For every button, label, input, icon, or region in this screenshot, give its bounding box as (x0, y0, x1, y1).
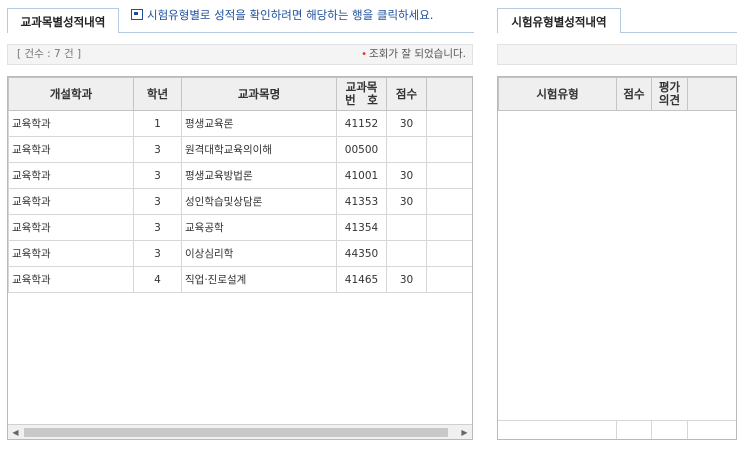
footer-divider (651, 421, 652, 439)
scroll-left-icon[interactable]: ◀ (8, 425, 23, 439)
cell-course: 평생교육방법론 (181, 162, 337, 189)
cell-score: 30 (386, 162, 427, 189)
course-grades-table: 개설학과 학년 교과목명 교과목 번 호 점수 교육학과 1 평생교육론 41152 3… (8, 77, 472, 293)
cell-filler (426, 240, 472, 267)
col-header-exam-type[interactable]: 시험유형 (498, 77, 617, 111)
tab-divider (119, 32, 474, 33)
cell-year: 3 (133, 188, 182, 215)
col-header-dept[interactable]: 개설학과 (8, 77, 134, 111)
cell-year: 3 (133, 162, 182, 189)
course-grades-grid: 개설학과 학년 교과목명 교과목 번 호 점수 교육학과 1 평생교육론 41152 3… (7, 76, 473, 440)
grid-footer-row (498, 420, 736, 439)
cell-code: 41001 (336, 162, 387, 189)
cell-code: 44350 (336, 240, 387, 267)
table-row[interactable]: 교육학과 3 이상심리학 44350 (8, 240, 472, 267)
cell-score: 30 (386, 188, 427, 215)
table-header-row: 시험유형 점수 평가 의견 (498, 77, 736, 111)
table-row[interactable]: 교육학과 1 평생교육론 41152 30 (8, 110, 472, 137)
cell-course: 평생교육론 (181, 110, 337, 137)
cell-filler (426, 162, 472, 189)
pointer-icon (131, 9, 143, 20)
col-header-filler (426, 77, 472, 111)
cell-year: 3 (133, 136, 182, 163)
col-header-comment[interactable]: 평가 의견 (651, 77, 688, 111)
table-row[interactable]: 교육학과 3 교육공학 41354 (8, 214, 472, 241)
horizontal-scrollbar[interactable]: ◀ ▶ (8, 424, 472, 439)
footer-divider (616, 421, 617, 439)
cell-year: 4 (133, 266, 182, 293)
cell-course: 교육공학 (181, 214, 337, 241)
hint-message: 시험유형별로 성적을 확인하려면 해당하는 행을 클릭하세요. (131, 7, 433, 23)
exam-type-grid: 시험유형 점수 평가 의견 (497, 76, 737, 440)
cell-dept: 교육학과 (8, 110, 134, 137)
table-row[interactable]: 교육학과 3 평생교육방법론 41001 30 (8, 162, 472, 189)
cell-score (386, 214, 427, 241)
info-bar: [ 건수 : 7 건 ] • 조회가 잘 되었습니다. (7, 44, 473, 65)
footer-divider (687, 421, 688, 439)
cell-code: 41152 (336, 110, 387, 137)
col-header-course[interactable]: 교과목명 (181, 77, 337, 111)
col-header-score[interactable]: 점수 (386, 77, 427, 111)
cell-code: 41353 (336, 188, 387, 215)
status-text: 조회가 잘 되었습니다. (369, 48, 466, 60)
cell-year: 1 (133, 110, 182, 137)
table-row[interactable]: 교육학과 3 원격대학교육의이해 00500 (8, 136, 472, 163)
cell-code: 00500 (336, 136, 387, 163)
cell-dept: 교육학과 (8, 188, 134, 215)
cell-dept: 교육학과 (8, 214, 134, 241)
cell-score (386, 136, 427, 163)
tab-exam-type-grades[interactable]: 시험유형별성적내역 (497, 8, 621, 33)
tab-divider (621, 32, 737, 33)
cell-score: 30 (386, 110, 427, 137)
table-header-row: 개설학과 학년 교과목명 교과목 번 호 점수 (8, 77, 472, 111)
col-header-score[interactable]: 점수 (616, 77, 652, 111)
status-message: • 조회가 잘 되었습니다. (361, 45, 466, 64)
cell-code: 41465 (336, 266, 387, 293)
scroll-right-icon[interactable]: ▶ (457, 425, 472, 439)
cell-dept: 교육학과 (8, 240, 134, 267)
record-count: [ 건수 : 7 건 ] (17, 48, 82, 60)
tab-course-grades[interactable]: 교과목별성적내역 (7, 8, 119, 33)
cell-filler (426, 110, 472, 137)
cell-score (386, 240, 427, 267)
cell-year: 3 (133, 214, 182, 241)
status-dot-icon: • (361, 49, 368, 60)
col-header-filler (687, 77, 736, 111)
col-header-year[interactable]: 학년 (133, 77, 182, 111)
info-bar-right (497, 44, 737, 65)
cell-course: 이상심리학 (181, 240, 337, 267)
cell-score: 30 (386, 266, 427, 293)
cell-year: 3 (133, 240, 182, 267)
table-row[interactable]: 교육학과 4 직업·진로설계 41465 30 (8, 266, 472, 293)
hint-text: 시험유형별로 성적을 확인하려면 해당하는 행을 클릭하세요. (147, 8, 434, 22)
cell-dept: 교육학과 (8, 162, 134, 189)
cell-dept: 교육학과 (8, 136, 134, 163)
cell-course: 성인학습및상담론 (181, 188, 337, 215)
cell-filler (426, 188, 472, 215)
cell-course: 직업·진로설계 (181, 266, 337, 293)
tab-label: 교과목별성적내역 (20, 15, 106, 29)
cell-course: 원격대학교육의이해 (181, 136, 337, 163)
cell-dept: 교육학과 (8, 266, 134, 293)
cell-code: 41354 (336, 214, 387, 241)
tab-label: 시험유형별성적내역 (511, 15, 607, 29)
table-row[interactable]: 교육학과 3 성인학습및상담론 41353 30 (8, 188, 472, 215)
scrollbar-thumb[interactable] (24, 428, 448, 437)
cell-filler (426, 136, 472, 163)
cell-filler (426, 266, 472, 293)
exam-type-table: 시험유형 점수 평가 의견 (498, 77, 736, 111)
cell-filler (426, 214, 472, 241)
col-header-code[interactable]: 교과목 번 호 (336, 77, 387, 111)
